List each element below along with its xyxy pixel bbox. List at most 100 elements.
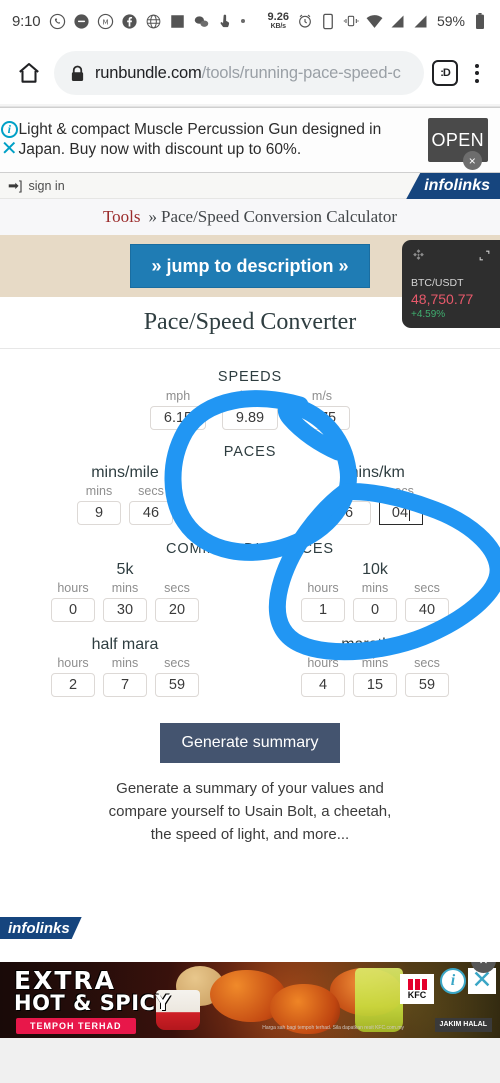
vibrate-icon <box>343 13 360 30</box>
sim-icon <box>320 13 337 30</box>
globe-icon <box>145 13 162 30</box>
distance-input-marathon-secs[interactable]: 59 <box>405 673 449 697</box>
network-speed-unit: KB/s <box>270 23 286 30</box>
kebab-menu-icon[interactable] <box>466 63 488 83</box>
battery-percent: 59% <box>436 13 465 29</box>
distance-field-5k-hours: hours 0 <box>51 581 95 622</box>
speed-input-kph[interactable]: 9.89 <box>222 406 278 430</box>
distance-label-half-secs: secs <box>164 656 190 670</box>
pace-group-mins-per-mile: mins/mile mins 9 secs 46 <box>0 464 250 525</box>
signal-icon <box>389 13 406 30</box>
distance-label-5k-hours: hours <box>57 581 89 595</box>
distance-field-half-hours: hours 2 <box>51 656 95 697</box>
calculator: SPEEDS mph 6.15 kph 9.89 m/s 2.75 PACES <box>0 349 500 846</box>
distance-title-marathon: marathon <box>341 636 409 653</box>
jump-to-description-button[interactable]: » jump to description » <box>130 244 370 288</box>
info-icon[interactable]: i <box>0 121 18 138</box>
distance-field-marathon-secs: secs 59 <box>405 656 449 697</box>
whatsapp-icon <box>49 13 66 30</box>
network-speed-indicator: 9.26 KB/s <box>268 12 289 31</box>
speed-input-mps[interactable]: 2.75 <box>294 406 350 430</box>
sign-in-link[interactable]: sign in <box>29 179 65 193</box>
pace-label-mile-mins: mins <box>85 484 113 498</box>
pace-title-mins-per-km: mins/km <box>345 464 405 481</box>
crypto-widget-header <box>411 248 491 268</box>
status-system-icons: 9.26 KB/s 59% <box>268 12 488 30</box>
crypto-price: 48,750.77 <box>411 291 474 307</box>
breadcrumb-current: Pace/Speed Conversion Calculator <box>160 207 398 226</box>
infolinks-brand-bottom: infolinks <box>0 917 82 939</box>
distance-input-half-hours[interactable]: 2 <box>51 673 95 697</box>
home-icon[interactable] <box>12 56 46 90</box>
kfc-logo-icon: KFC <box>400 974 434 1004</box>
pace-input-mile-mins[interactable]: 9 <box>77 501 121 525</box>
distance-label-half-mins: mins <box>111 656 139 670</box>
pace-fields-mins-per-mile: mins 9 secs 46 <box>77 484 173 525</box>
pace-title-mins-per-mile: mins/mile <box>91 464 159 481</box>
web-page-viewport: i ✕ Light & compact Muscle Percussion Gu… <box>0 104 500 939</box>
signin-strip: ➡] sign in infolinks <box>0 173 500 199</box>
pace-input-km-mins[interactable]: 6 <box>327 501 371 525</box>
lock-icon <box>70 65 85 82</box>
distance-input-10k-hours[interactable]: 1 <box>301 598 345 622</box>
distance-input-5k-hours[interactable]: 0 <box>51 598 95 622</box>
distance-label-marathon-hours: hours <box>307 656 339 670</box>
facebook-icon <box>121 13 138 30</box>
distance-row-1: 5k hours 0 mins 30 secs 20 10k hours 1 m… <box>0 561 500 622</box>
wechat-icon <box>193 13 210 30</box>
address-bar[interactable]: runbundle.com/tools/running-pace-speed-c <box>54 51 424 95</box>
profile-button[interactable]: :D <box>432 60 458 86</box>
message-icon <box>73 13 90 30</box>
status-bar: 9:10 M 9.26 KB/s 59% <box>0 0 500 42</box>
expand-icon[interactable] <box>478 249 491 267</box>
distance-title-10k: 10k <box>362 561 388 578</box>
text-caret <box>409 505 411 521</box>
speed-field-mps: m/s 2.75 <box>294 389 350 430</box>
pace-input-km-secs[interactable]: 04 <box>379 501 423 525</box>
distance-input-5k-mins[interactable]: 30 <box>103 598 147 622</box>
distance-input-5k-secs[interactable]: 20 <box>155 598 199 622</box>
url-path: /tools/running-pace-speed-c <box>201 63 401 82</box>
speed-input-mph[interactable]: 6.15 <box>150 406 206 430</box>
generate-summary-button[interactable]: Generate summary <box>159 723 341 763</box>
distance-input-marathon-mins[interactable]: 15 <box>353 673 397 697</box>
distance-input-10k-secs[interactable]: 40 <box>405 598 449 622</box>
top-ad-banner[interactable]: i ✕ Light & compact Muscle Percussion Gu… <box>0 107 500 173</box>
breadcrumb-separator: » <box>148 207 157 226</box>
distance-fields-half-marathon: hours 2 mins 7 secs 59 <box>51 656 199 697</box>
bottom-ad-banner[interactable]: EXTRA HOT & SPICY TEMPOH TERHAD KFC Harg… <box>0 962 500 1038</box>
top-ad-open-button[interactable]: OPEN × <box>427 118 488 170</box>
breadcrumb: Tools » Pace/Speed Conversion Calculator <box>0 199 500 235</box>
distance-input-half-mins[interactable]: 7 <box>103 673 147 697</box>
bottom-ad-headline-1: EXTRA <box>14 966 117 995</box>
distance-field-5k-mins: mins 30 <box>103 581 147 622</box>
distance-input-10k-mins[interactable]: 0 <box>353 598 397 622</box>
distance-input-half-secs[interactable]: 59 <box>155 673 199 697</box>
pace-label-km-secs: secs <box>388 484 414 498</box>
paces-row: mins/mile mins 9 secs 46 mins/km mins 6 … <box>0 464 500 525</box>
touch-icon <box>217 13 234 30</box>
status-clock: 9:10 <box>12 12 41 30</box>
distance-row-2: half mara hours 2 mins 7 secs 59 maratho… <box>0 636 500 697</box>
halal-badge: JAKIM HALAL <box>434 1018 492 1032</box>
pace-fields-mins-per-km: mins 6 secs 04 <box>327 484 423 525</box>
square-icon <box>169 13 186 30</box>
close-icon[interactable]: ✕ <box>0 139 18 159</box>
infolinks-brand-top: infolinks <box>406 173 500 199</box>
bottom-ad-fine-print: Harga sah bagi tempoh terhad. Sila dapat… <box>262 1025 404 1031</box>
breadcrumb-root-link[interactable]: Tools <box>103 207 141 227</box>
bottom-ad-badge: TEMPOH TERHAD <box>16 1018 136 1034</box>
pace-input-mile-secs[interactable]: 46 <box>129 501 173 525</box>
alarm-icon <box>297 13 314 30</box>
distance-field-10k-mins: mins 0 <box>353 581 397 622</box>
crypto-pair-label: BTC/USDT <box>411 277 464 289</box>
pace-label-km-mins: mins <box>335 484 363 498</box>
speeds-row: mph 6.15 kph 9.89 m/s 2.75 <box>0 389 500 430</box>
info-icon[interactable]: i <box>440 968 466 994</box>
signal2-icon <box>412 13 429 30</box>
url-text: runbundle.com/tools/running-pace-speed-c <box>95 64 401 83</box>
top-ad-corner-close-icon[interactable]: × <box>463 151 482 170</box>
distance-input-marathon-hours[interactable]: 4 <box>301 673 345 697</box>
crypto-ticker-widget[interactable]: BTC/USDT 48,750.77 +4.59% <box>402 240 500 328</box>
speed-label-kph: kph <box>239 389 261 403</box>
